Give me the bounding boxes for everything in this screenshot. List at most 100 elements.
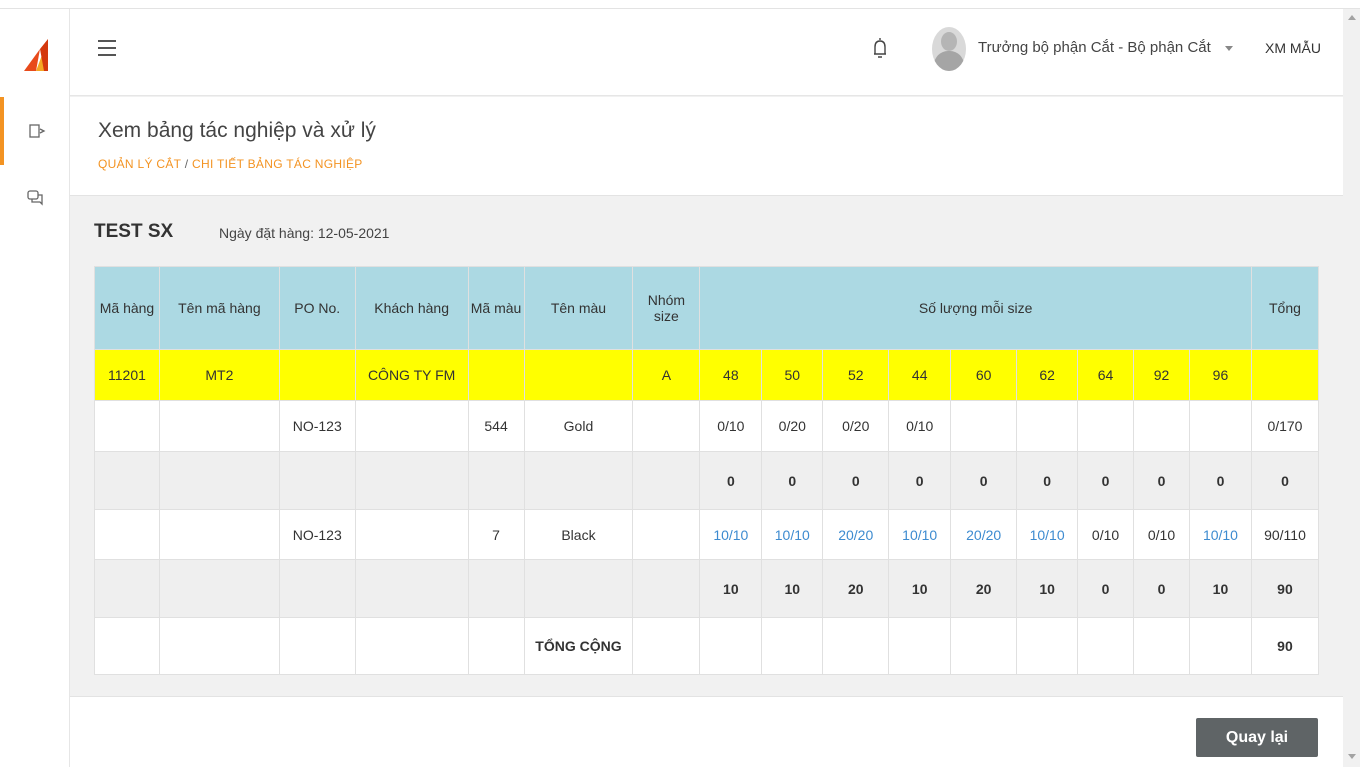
table-row-subtotal-black: 10 10 20 10 20 10 0 0 10 90	[94, 559, 1320, 618]
order-date: Ngày đặt hàng: 12-05-2021	[219, 225, 390, 241]
col-header-tong: Tổng	[1250, 266, 1320, 350]
page-heading: Xem bảng tác nghiệp và xử lý QUẢN LÝ CẮT…	[70, 97, 1343, 196]
cell-subtotal: 10	[1188, 559, 1252, 618]
cell-qty	[1188, 400, 1252, 452]
cell-subtotal: 0	[950, 451, 1018, 510]
cell-subtotal: 0	[1016, 451, 1079, 510]
cell-size: 96	[1188, 349, 1252, 401]
cell-subtotal: 20	[822, 559, 890, 618]
col-header-so-luong: Số lượng mỗi size	[699, 266, 1252, 350]
logout-doc-icon	[29, 124, 46, 138]
back-button[interactable]: Quay lại	[1196, 718, 1318, 757]
cell-subtotal: 10	[1016, 559, 1079, 618]
order-title: TEST SX	[94, 221, 174, 242]
cell-ten-mau: Gold	[523, 400, 634, 452]
cell-qty	[1016, 400, 1079, 452]
cell-subtotal: 0	[699, 451, 763, 510]
cell-subtotal: 0	[1077, 559, 1135, 618]
cell-size: 50	[761, 349, 824, 401]
breadcrumb-cutting-management[interactable]: QUẢN LÝ CẮT	[98, 157, 181, 171]
cell-size: 52	[822, 349, 890, 401]
cell-ma-mau: 544	[467, 400, 525, 452]
cell-po-no: NO-123	[278, 509, 356, 560]
cell-qty	[950, 400, 1018, 452]
top-strip	[0, 0, 1360, 9]
table-row-color-black: NO-123 7 Black 10/10 10/10 20/20 10/10 2…	[94, 509, 1320, 560]
cell-subtotal: 0	[888, 451, 952, 510]
chevron-down-icon[interactable]	[1220, 39, 1240, 59]
col-header-ten-ma-hang: Tên mã hàng	[158, 266, 280, 350]
cell-size: 60	[950, 349, 1018, 401]
cell-qty-link[interactable]: 10/10	[699, 509, 763, 560]
table-row-color-gold: NO-123 544 Gold 0/10 0/20 0/20 0/10 0/17…	[94, 400, 1320, 452]
cell-subtotal: 0	[1133, 559, 1190, 618]
cell-ten-ma-hang: MT2	[158, 349, 280, 401]
cell-subtotal: 10	[699, 559, 763, 618]
sidebar-item-cutting[interactable]	[0, 97, 70, 165]
cell-qty	[1133, 400, 1190, 452]
cell-qty: 0/10	[1133, 509, 1190, 560]
chat-icon	[27, 190, 43, 206]
cell-size: 48	[699, 349, 763, 401]
cell-qty: 0/20	[822, 400, 890, 452]
sidebar	[0, 9, 70, 767]
cell-qty-link[interactable]: 20/20	[822, 509, 890, 560]
cell-ma-mau	[467, 349, 525, 401]
cell-qty: 0/10	[888, 400, 952, 452]
breadcrumb: QUẢN LÝ CẮT / CHI TIẾT BẢNG TÁC NGHIỆP	[98, 157, 363, 171]
cell-ten-mau: Black	[523, 509, 634, 560]
menu-icon[interactable]	[98, 40, 116, 56]
vertical-scrollbar[interactable]	[1343, 9, 1360, 767]
bell-icon[interactable]	[871, 36, 889, 60]
cell-khach-hang: CÔNG TY FM	[354, 349, 469, 401]
cell-qty: 0/10	[699, 400, 763, 452]
cell-po-no	[278, 349, 356, 401]
cell-subtotal-tong: 0	[1250, 451, 1320, 510]
cell-size: 62	[1016, 349, 1079, 401]
cell-qty	[1077, 400, 1135, 452]
cell-size: 92	[1133, 349, 1190, 401]
cell-ma-mau: 7	[467, 509, 525, 560]
cell-subtotal: 10	[888, 559, 952, 618]
company-name[interactable]: XM MẪU	[1265, 40, 1321, 56]
worksheet-table: Mã hàng Tên mã hàng PO No. Khách hàng Mã…	[94, 266, 1320, 675]
cell-tong	[1250, 349, 1320, 401]
avatar[interactable]	[932, 27, 966, 71]
user-name[interactable]: Trưởng bộ phận Cắt - Bộ phận Cắt	[978, 39, 1211, 56]
col-header-nhom-size: Nhóm size	[632, 266, 701, 350]
cell-qty-link[interactable]: 10/10	[1016, 509, 1079, 560]
table-row-grand-total: TỔNG CỘNG 90	[94, 617, 1320, 675]
cell-qty-link[interactable]: 10/10	[888, 509, 952, 560]
cell-qty: 0/20	[761, 400, 824, 452]
cell-ma-hang: 11201	[94, 349, 160, 401]
table-row-product: 11201 MT2 CÔNG TY FM A 48 50 52 44 60 62…	[94, 349, 1320, 401]
grand-total-label: TỔNG CỘNG	[523, 617, 634, 675]
col-header-po-no: PO No.	[278, 266, 356, 350]
scroll-down-icon[interactable]	[1348, 754, 1356, 759]
cell-po-no: NO-123	[278, 400, 356, 452]
cell-size: 64	[1077, 349, 1135, 401]
cell-subtotal: 20	[950, 559, 1018, 618]
footer-actions: Quay lại	[70, 696, 1343, 767]
page-title: Xem bảng tác nghiệp và xử lý	[98, 119, 376, 142]
cell-subtotal: 0	[761, 451, 824, 510]
cell-subtotal: 0	[1188, 451, 1252, 510]
cell-tong: 0/170	[1250, 400, 1320, 452]
cell-qty-link[interactable]: 10/10	[1188, 509, 1252, 560]
cell-tong: 90/110	[1250, 509, 1320, 560]
scroll-up-icon[interactable]	[1348, 15, 1356, 20]
col-header-ma-hang: Mã hàng	[94, 266, 160, 350]
cell-subtotal: 10	[761, 559, 824, 618]
col-header-ten-mau: Tên màu	[523, 266, 634, 350]
cell-qty-link[interactable]: 10/10	[761, 509, 824, 560]
logo-icon[interactable]	[24, 39, 48, 71]
table-row-subtotal-gold: 0 0 0 0 0 0 0 0 0 0	[94, 451, 1320, 510]
cell-ten-mau	[523, 349, 634, 401]
cell-qty: 0/10	[1077, 509, 1135, 560]
grand-total-value: 90	[1250, 617, 1320, 675]
cell-qty-link[interactable]: 20/20	[950, 509, 1018, 560]
sidebar-item-messages[interactable]	[0, 163, 70, 231]
col-header-ma-mau: Mã màu	[467, 266, 525, 350]
cell-subtotal-tong: 90	[1250, 559, 1320, 618]
cell-subtotal: 0	[1133, 451, 1190, 510]
